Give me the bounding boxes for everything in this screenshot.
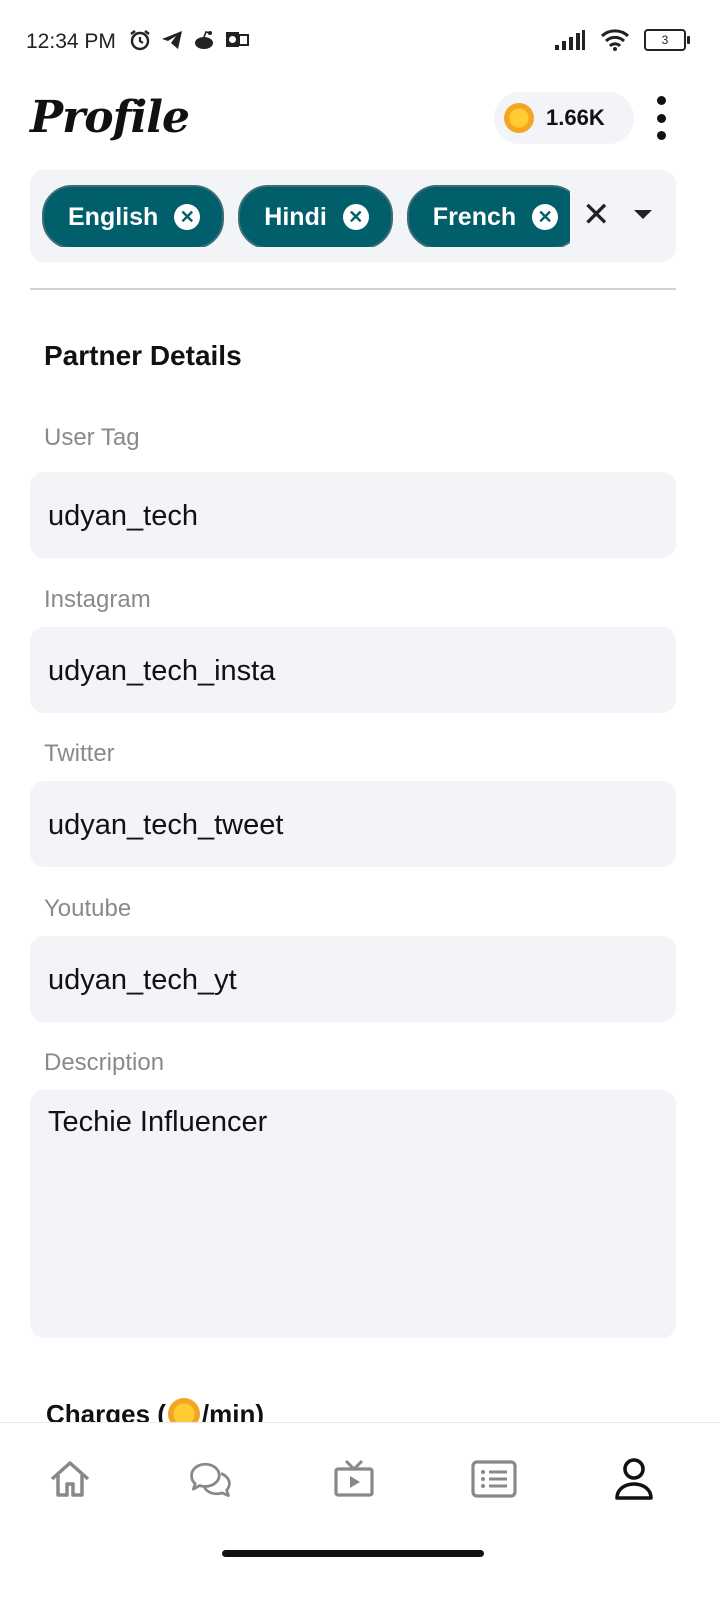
coin-balance-value: 1.66K (546, 105, 605, 130)
divider (30, 288, 676, 290)
nav-list[interactable] (470, 1455, 518, 1503)
signal-icon (555, 30, 585, 50)
wifi-icon (600, 29, 630, 51)
home-icon (50, 1461, 90, 1497)
coin-balance[interactable]: 1.66K (494, 92, 634, 144)
language-chip[interactable]: French ✕ (406, 185, 570, 247)
instagram-label: Instagram (44, 586, 151, 613)
youtube-field[interactable]: udyan_tech_yt (30, 936, 676, 1022)
battery-icon: 3 (644, 29, 690, 51)
bottom-nav (0, 1422, 720, 1601)
live-tv-icon (334, 1459, 374, 1497)
remove-chip-icon[interactable]: ✕ (342, 204, 369, 230)
language-chip[interactable]: Hindi ✕ (238, 185, 393, 247)
more-vert-icon[interactable] (648, 96, 674, 140)
description-label: Description (44, 1049, 165, 1076)
arrow-drop-down-icon[interactable] (634, 210, 652, 219)
nav-home[interactable] (46, 1455, 94, 1503)
nav-chat[interactable] (186, 1455, 234, 1503)
youtube-label: Youtube (44, 895, 132, 922)
user-tag-label: User Tag (44, 424, 140, 451)
language-chip-label: Hindi (264, 202, 327, 231)
remove-chip-icon[interactable]: ✕ (532, 204, 559, 230)
outlook-icon (226, 32, 249, 47)
reddit-icon (195, 31, 213, 49)
status-time: 12:34 PM (26, 30, 116, 53)
status-bar: 12:34 PM 3 (0, 0, 720, 88)
twitter-label: Twitter (44, 740, 115, 767)
description-field[interactable]: Techie Influencer (30, 1090, 676, 1338)
list-icon (471, 1460, 517, 1498)
telegram-icon (162, 31, 182, 49)
alarm-icon (130, 30, 150, 51)
coin-icon (504, 103, 534, 133)
twitter-field[interactable]: udyan_tech_tweet (30, 781, 676, 867)
app-header: Profile 1.66K (0, 88, 720, 168)
user-tag-field[interactable]: udyan_tech (30, 472, 676, 558)
nav-profile[interactable] (610, 1455, 658, 1503)
language-chip[interactable]: English ✕ (42, 185, 225, 247)
page-title: Profile (30, 92, 190, 143)
profile-icon (615, 1458, 653, 1500)
close-icon[interactable]: ✕ (582, 198, 611, 232)
remove-chip-icon[interactable]: ✕ (174, 204, 201, 230)
section-title: Partner Details (44, 340, 242, 371)
notification-icons (128, 28, 250, 52)
home-indicator[interactable] (222, 1550, 484, 1557)
language-chip-label: French (432, 202, 517, 231)
language-chips: English ✕ Hindi ✕ French ✕ (42, 185, 570, 247)
system-icons: 3 (554, 28, 690, 52)
instagram-field[interactable]: udyan_tech_insta (30, 627, 676, 713)
language-chip-label: English (68, 202, 159, 231)
chat-icon (190, 1462, 231, 1497)
nav-live-tv[interactable] (330, 1455, 378, 1503)
language-selector[interactable]: English ✕ Hindi ✕ French ✕ ✕ (30, 170, 676, 262)
